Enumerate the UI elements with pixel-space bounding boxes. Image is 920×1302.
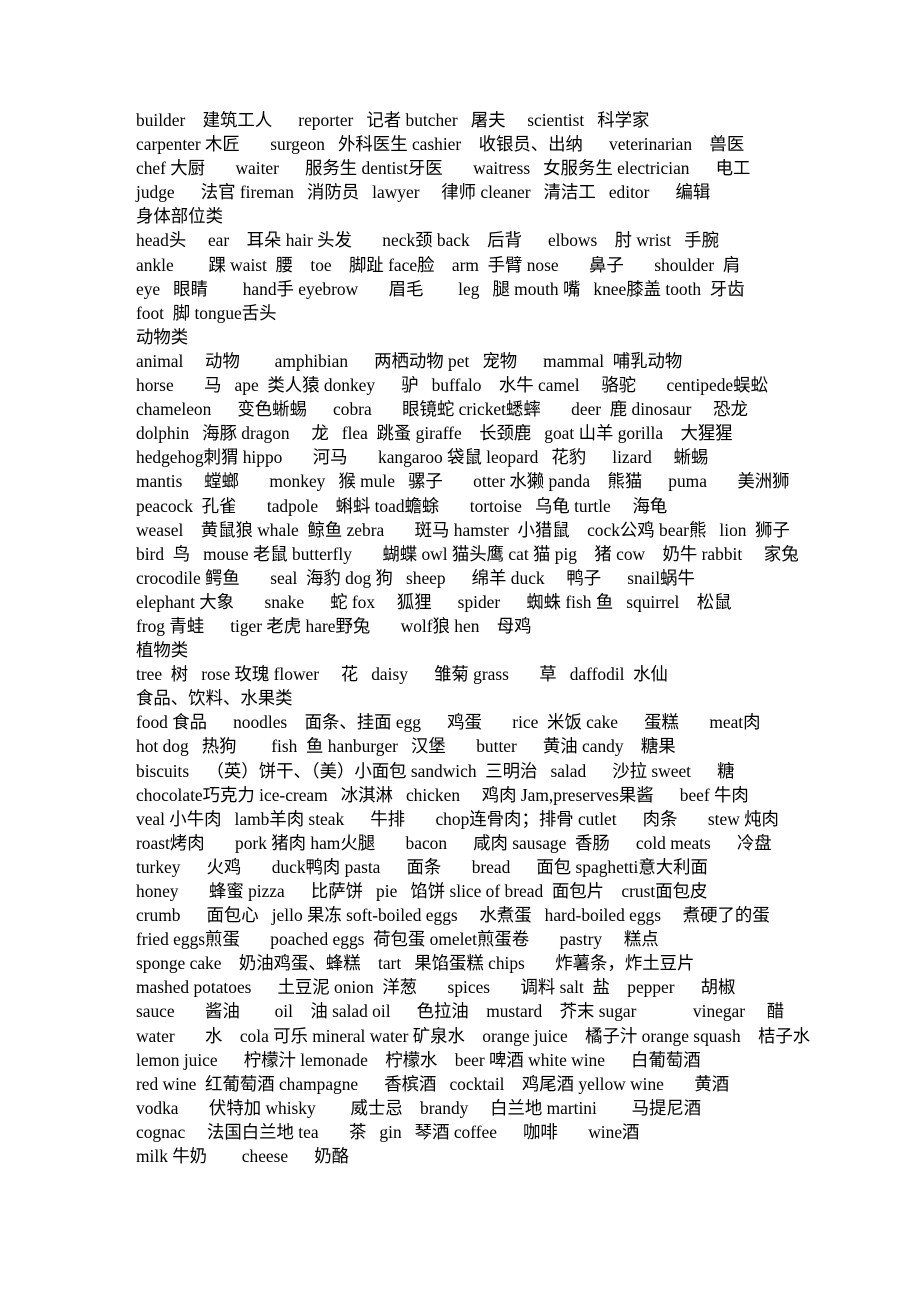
document-page: builder 建筑工人 reporter 记者 butcher 屠夫 scie…: [0, 0, 920, 1302]
text-line: chocolate巧克力 ice-cream 冰淇淋 chicken 鸡肉 Ja…: [136, 784, 749, 805]
text-line: lemon juice 柠檬汁 lemonade 柠檬水 beer 啤酒 whi…: [136, 1049, 701, 1070]
text-line: turkey 火鸡 duck鸭肉 pasta 面条 bread 面包 spagh…: [136, 856, 708, 877]
text-line: veal 小牛肉 lamb羊肉 steak 牛排 chop连骨肉；排骨 cutl…: [136, 808, 779, 829]
section-heading-plants: 植物类: [136, 640, 189, 661]
text-line: vodka 伏特加 whisky 威士忌 brandy 白兰地 martini …: [136, 1097, 702, 1118]
section-heading-animals: 动物类: [136, 326, 189, 347]
text-line: mantis 螳螂 monkey 猴 mule 骡子 otter 水獭 pand…: [136, 471, 790, 492]
text-line: elephant 大象 snake 蛇 fox 狐狸 spider 蜘蛛 fis…: [136, 591, 732, 612]
document-body: builder 建筑工人 reporter 记者 butcher 屠夫 scie…: [136, 108, 811, 1168]
text-line: dolphin 海豚 dragon 龙 flea 跳蚤 giraffe 长颈鹿 …: [136, 423, 733, 444]
section-heading-food-drink-fruit: 食品、饮料、水果类: [136, 688, 293, 709]
text-line: sauce 酱油 oil 油 salad oil 色拉油 mustard 芥末 …: [136, 1001, 785, 1022]
text-line: ankle 踝 waist 腰 toe 脚趾 face脸 arm 手臂 nose…: [136, 254, 741, 275]
text-line: crumb 面包心 jello 果冻 soft-boiled eggs 水煮蛋 …: [136, 905, 770, 926]
text-line: builder 建筑工人 reporter 记者 butcher 屠夫 scie…: [136, 110, 650, 130]
text-line: mashed potatoes 土豆泥 onion 洋葱 spices 调料 s…: [136, 977, 736, 998]
text-line: milk 牛奶 cheese 奶酪: [136, 1146, 350, 1167]
section-heading-body-parts: 身体部位类: [136, 206, 223, 227]
text-line: cognac 法国白兰地 tea 茶 gin 琴酒 coffee 咖啡 wine…: [136, 1121, 640, 1142]
text-line: peacock 孔雀 tadpole 蝌蚪 toad蟾蜍 tortoise 乌龟…: [136, 495, 668, 516]
text-line: food 食品 noodles 面条、挂面 egg 鸡蛋 rice 米饭 cak…: [136, 712, 761, 733]
text-line: animal 动物 amphibian 两栖动物 pet 宠物 mammal 哺…: [136, 350, 683, 371]
text-line: weasel 黄鼠狼 whale 鲸鱼 zebra 斑马 hamster 小猎鼠…: [136, 519, 790, 540]
text-line: chef 大厨 waiter 服务生 dentist牙医 waitress 女服…: [136, 158, 751, 179]
text-line: crocodile 鳄鱼 seal 海豹 dog 狗 sheep 绵羊 duck…: [136, 567, 695, 588]
text-line: carpenter 木匠 surgeon 外科医生 cashier 收银员、出纳…: [136, 134, 745, 155]
text-line: red wine 红葡萄酒 champagne 香槟酒 cocktail 鸡尾酒…: [136, 1073, 730, 1094]
text-line: horse 马 ape 类人猿 donkey 驴 buffalo 水牛 came…: [136, 375, 768, 396]
text-line: biscuits （英）饼干、（美）小面包 sandwich 三明治 salad…: [136, 760, 735, 781]
text-line: hot dog 热狗 fish 鱼 hanburger 汉堡 butter 黄油…: [136, 736, 676, 757]
text-line: hedgehog刺猬 hippo 河马 kangaroo 袋鼠 leopard …: [136, 447, 709, 468]
text-line: judge 法官 fireman 消防员 lawyer 律师 cleaner 清…: [136, 182, 711, 203]
text-line: eye 眼睛 hand手 eyebrow 眉毛 leg 腿 mouth 嘴 kn…: [136, 278, 745, 299]
text-line: foot 脚 tongue舌头: [136, 302, 277, 323]
text-line: tree 树 rose 玫瑰 flower 花 daisy 雏菊 grass 草…: [136, 664, 668, 685]
text-line: frog 青蛙 tiger 老虎 hare野兔 wolf狼 hen 母鸡: [136, 615, 532, 636]
text-line: roast烤肉 pork 猪肉 ham火腿 bacon 咸肉 sausage 香…: [136, 832, 772, 853]
text-line: head头 ear 耳朵 hair 头发 neck颈 back 后背 elbow…: [136, 230, 719, 251]
text-line: honey 蜂蜜 pizza 比萨饼 pie 馅饼 slice of bread…: [136, 881, 708, 901]
text-line: fried eggs煎蛋 poached eggs 荷包蛋 omelet煎蛋卷 …: [136, 929, 659, 950]
text-line: chameleon 变色蜥蜴 cobra 眼镜蛇 cricket蟋蟀 deer …: [136, 399, 748, 420]
text-line: water 水 cola 可乐 mineral water 矿泉水 orange…: [136, 1025, 811, 1046]
text-line: bird 鸟 mouse 老鼠 butterfly 蝴蝶 owl 猫头鹰 cat…: [136, 543, 799, 564]
text-line: sponge cake 奶油鸡蛋、蜂糕 tart 果馅蛋糕 chips 炸薯条，…: [136, 953, 695, 974]
